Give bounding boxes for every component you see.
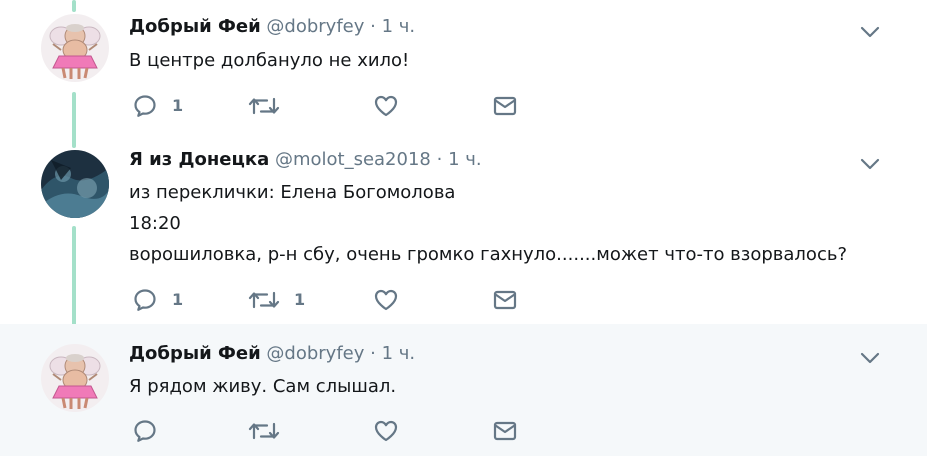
retweet-button[interactable]: 1 — [248, 287, 308, 313]
tweet-header: Добрый Фей @dobryfey · 1 ч. — [129, 15, 415, 39]
fairy-avatar-icon — [41, 14, 109, 82]
tweet-2[interactable]: Я из Донецка @molot_sea2018 · 1 ч. из пе… — [0, 140, 927, 324]
tweet-text: из переклички: Елена Богомолова 18:20 во… — [129, 177, 847, 270]
timestamp[interactable]: 1 ч. — [382, 343, 416, 364]
separator: · — [370, 343, 376, 364]
user-name[interactable]: Добрый Фей — [129, 16, 261, 37]
heart-icon — [373, 93, 399, 119]
more-menu-button[interactable] — [860, 24, 880, 38]
timestamp[interactable]: 1 ч. — [448, 149, 482, 170]
direct-message-button[interactable] — [492, 287, 522, 313]
tweet-1[interactable]: Добрый Фей @dobryfey · 1 ч. В центре дол… — [0, 0, 927, 140]
more-menu-button[interactable] — [860, 350, 880, 364]
envelope-icon — [492, 93, 518, 119]
retweet-icon — [248, 287, 280, 313]
retweet-icon — [248, 418, 280, 444]
tweet-header: Я из Донецка @molot_sea2018 · 1 ч. — [129, 148, 482, 172]
tweet-line: ворошиловка, р-н сбу, очень громко гахну… — [129, 244, 848, 265]
reply-icon — [132, 418, 158, 444]
more-menu-button[interactable] — [860, 156, 880, 170]
heart-icon — [373, 418, 399, 444]
retweet-button[interactable] — [248, 418, 282, 444]
reply-count: 1 — [172, 290, 184, 309]
direct-message-button[interactable] — [492, 418, 522, 444]
reply-icon — [132, 93, 158, 119]
retweet-count: 1 — [294, 290, 306, 309]
tweet-text: Я рядом живу. Сам слышал. — [129, 371, 396, 402]
tweet-line: Я рядом живу. Сам слышал. — [129, 376, 397, 397]
envelope-icon — [492, 287, 518, 313]
user-name[interactable]: Я из Донецка — [129, 149, 269, 170]
chevron-down-icon — [860, 351, 880, 365]
timestamp[interactable]: 1 ч. — [382, 16, 416, 37]
tweet-3[interactable]: Добрый Фей @dobryfey · 1 ч. Я рядом живу… — [0, 324, 927, 456]
tweet-header: Добрый Фей @dobryfey · 1 ч. — [129, 342, 415, 366]
dark-photo-avatar-icon — [41, 150, 109, 218]
like-button[interactable] — [373, 93, 403, 119]
reply-button[interactable]: 1 — [132, 93, 192, 119]
envelope-icon — [492, 418, 518, 444]
reply-button[interactable]: 1 — [132, 287, 192, 313]
retweet-button[interactable] — [248, 93, 308, 119]
user-handle[interactable]: @dobryfey — [266, 343, 364, 364]
avatar[interactable] — [41, 150, 109, 218]
retweet-icon — [248, 93, 280, 119]
reply-count: 1 — [172, 96, 184, 115]
chevron-down-icon — [860, 25, 880, 39]
avatar[interactable] — [41, 344, 109, 412]
tweet-text: В центре долбануло не хило! — [129, 45, 409, 76]
user-name[interactable]: Добрый Фей — [129, 343, 261, 364]
reply-button[interactable] — [132, 418, 162, 444]
user-handle[interactable]: @dobryfey — [266, 16, 364, 37]
like-button[interactable] — [373, 418, 403, 444]
reply-icon — [132, 287, 158, 313]
heart-icon — [373, 287, 399, 313]
chevron-down-icon — [860, 157, 880, 171]
user-handle[interactable]: @molot_sea2018 — [275, 149, 431, 170]
fairy-avatar-icon — [41, 344, 109, 412]
like-button[interactable] — [373, 287, 403, 313]
tweet-line: 18:20 — [129, 213, 181, 234]
separator: · — [370, 16, 376, 37]
tweet-line: В центре долбануло не хило! — [129, 50, 410, 71]
direct-message-button[interactable] — [492, 93, 522, 119]
tweet-line: из переклички: Елена Богомолова — [129, 182, 456, 203]
avatar[interactable] — [41, 14, 109, 82]
separator: · — [436, 149, 443, 170]
